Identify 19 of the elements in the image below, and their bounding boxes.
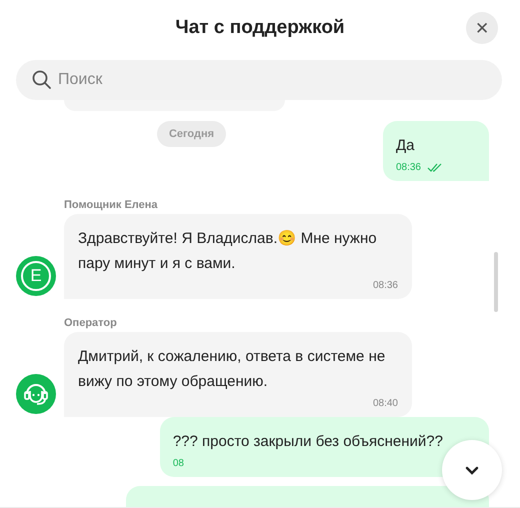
message-text: Да xyxy=(396,136,416,156)
search-field[interactable]: Поиск xyxy=(16,60,502,100)
message-time: 08:40 xyxy=(372,398,398,409)
message-time: 08 xyxy=(172,458,184,469)
chevron-down-icon xyxy=(465,466,479,474)
message-time: 08:36 xyxy=(396,162,421,173)
sender-name: Помощник Елена xyxy=(64,199,158,211)
message-text: Дмитрий, к сожалению, ответа в системе не вижу по этому обращению. xyxy=(78,347,386,392)
date-badge: Сегодня xyxy=(156,121,226,147)
sender-name: Оператор xyxy=(64,317,118,329)
avatar: E xyxy=(16,256,56,296)
scrollbar[interactable] xyxy=(494,252,498,312)
close-button[interactable]: ✕ xyxy=(466,12,498,44)
message-text: ??? просто закрыли без объяснений?? xyxy=(172,432,443,452)
message-text: Здравствуйте! Я Владислав.😊 Мне нужно пару минут и я с вами. xyxy=(78,229,378,274)
operator-avatar-icon xyxy=(16,374,56,414)
message-time: 08:36 xyxy=(372,280,398,291)
search-icon xyxy=(32,70,52,90)
window-title: Чат с поддержкой xyxy=(175,17,345,39)
